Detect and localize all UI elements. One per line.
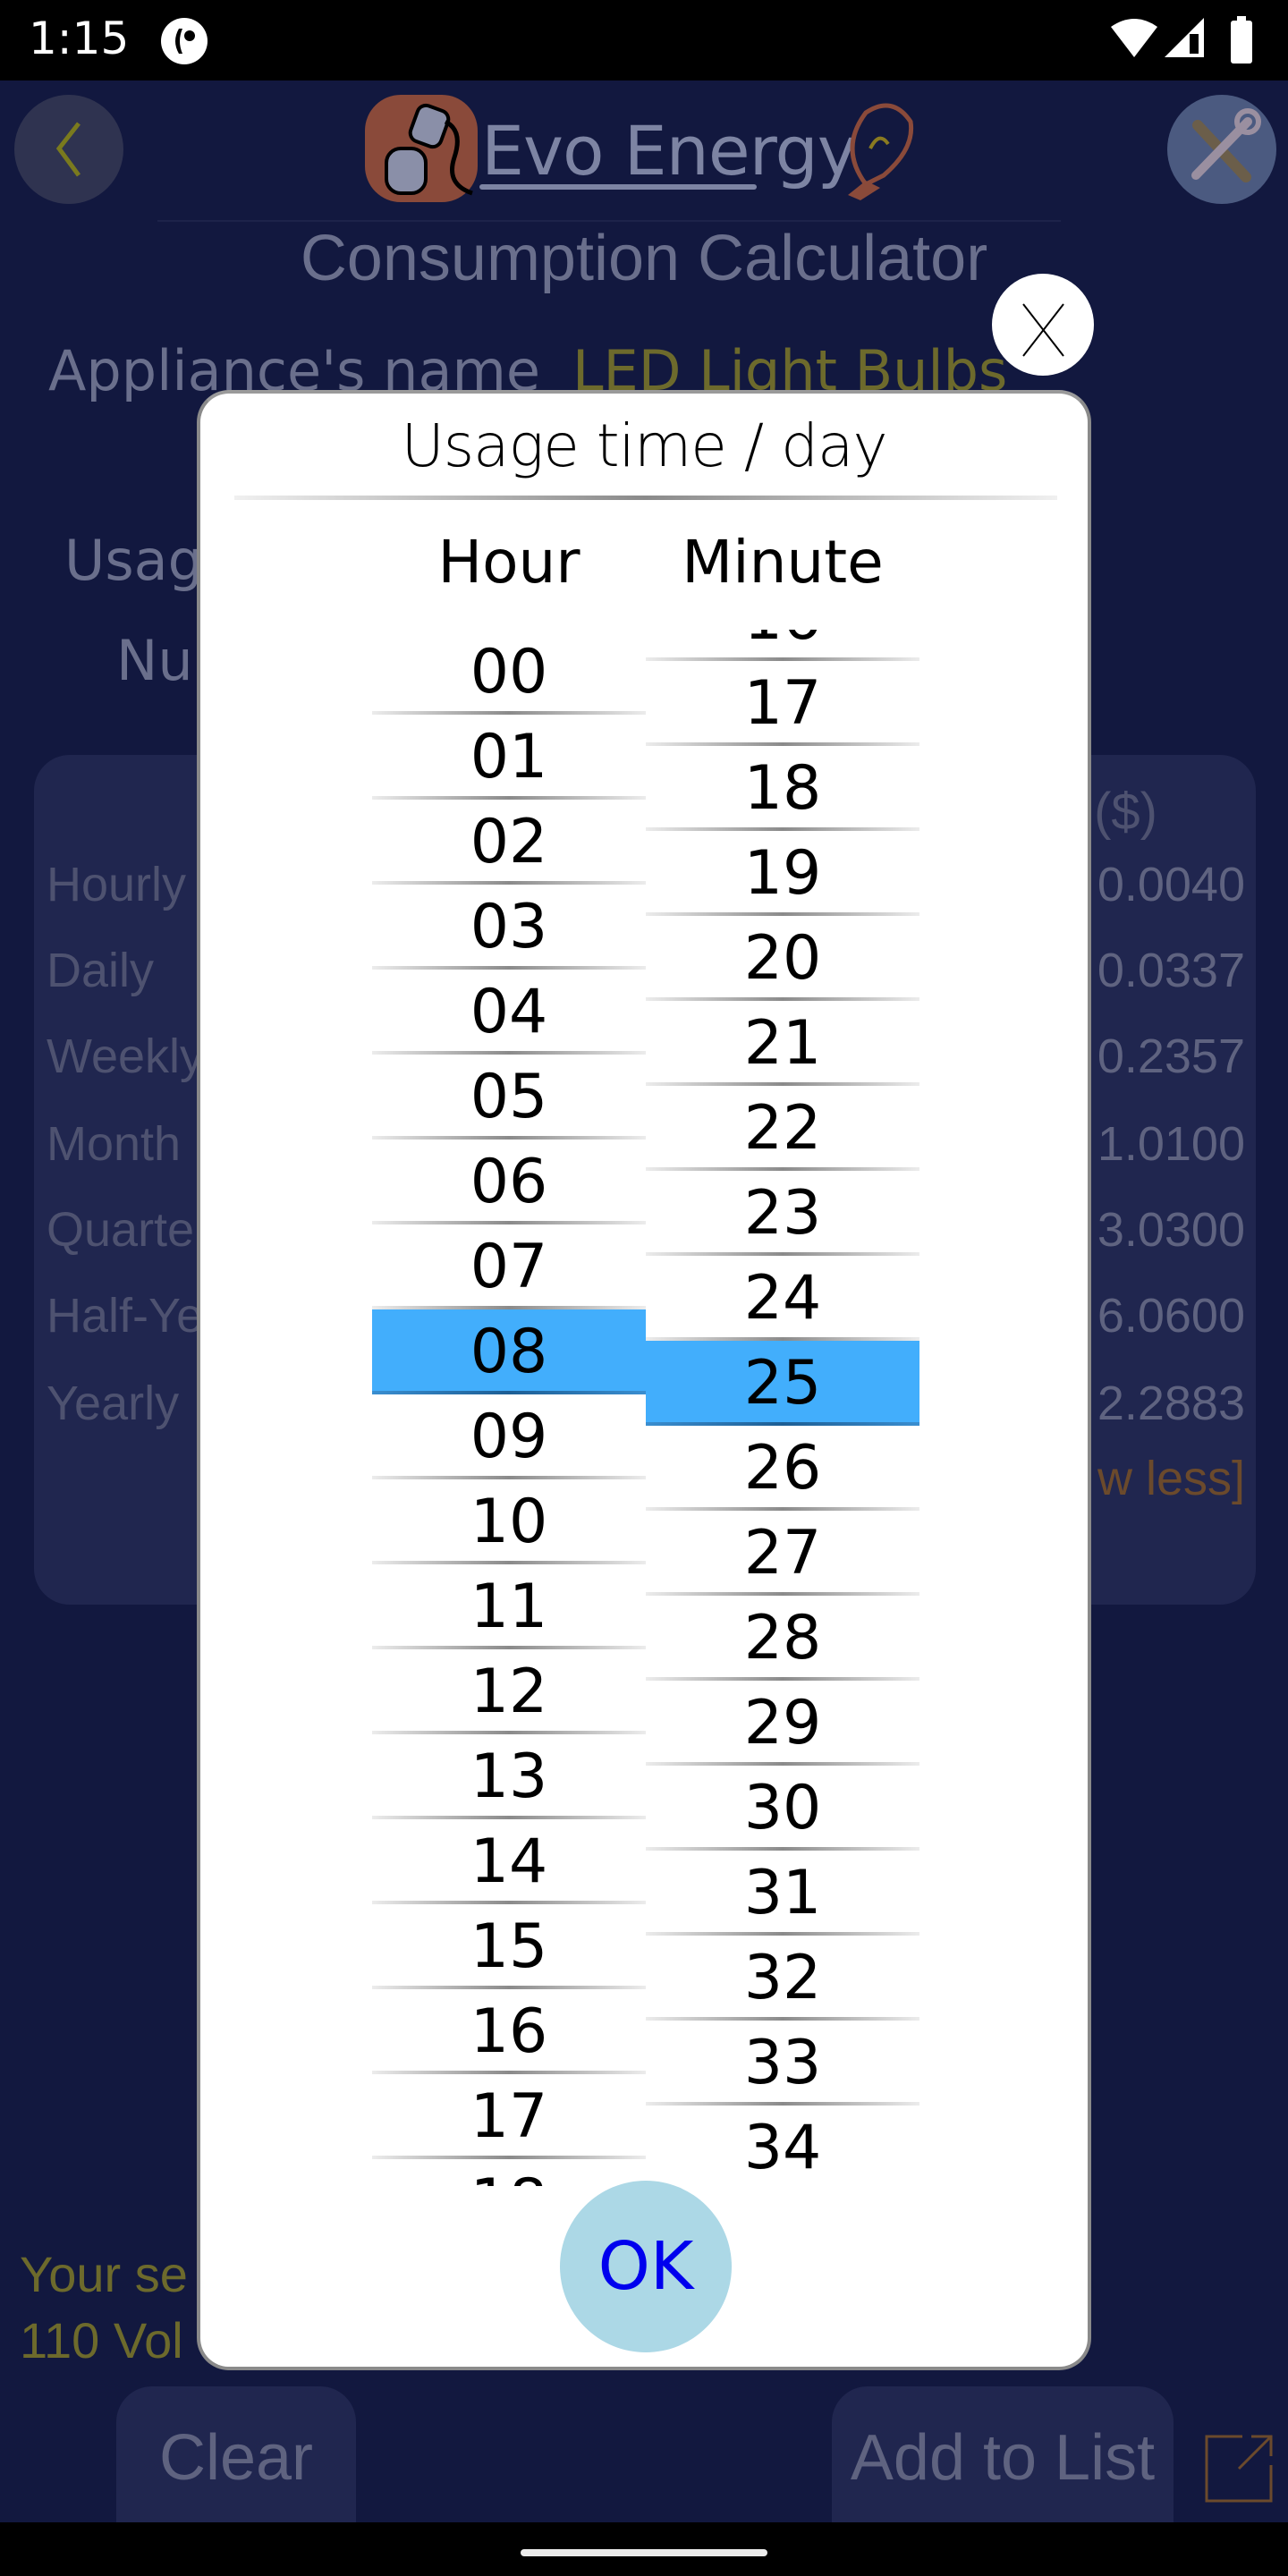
minute-option[interactable]: 18 — [646, 746, 919, 831]
result-value-weekly: 0.2357 — [1097, 1030, 1245, 1083]
status-time: 1:15 — [29, 13, 130, 64]
minute-option[interactable]: 28 — [646, 1596, 919, 1681]
wifi-icon — [1111, 19, 1157, 57]
result-label-monthly: Month — [47, 1117, 182, 1171]
home-gesture-handle[interactable] — [521, 2549, 767, 2556]
usage-time-label: Usag — [64, 528, 204, 593]
hour-option[interactable]: 08 — [372, 1309, 646, 1394]
hour-option[interactable]: 10 — [372, 1479, 646, 1564]
result-value-quarterly: 3.0300 — [1097, 1203, 1245, 1257]
minute-column-header: Minute — [682, 528, 884, 597]
hour-option[interactable]: 18 — [372, 2159, 646, 2186]
settings-button[interactable] — [1167, 95, 1276, 204]
dialog-title: Usage time / day — [401, 411, 887, 480]
plug-logo-icon — [365, 95, 478, 202]
minute-option[interactable]: 31 — [646, 1851, 919, 1936]
minute-option[interactable]: 30 — [646, 1766, 919, 1851]
hour-option[interactable]: 16 — [372, 1989, 646, 2074]
back-button[interactable] — [14, 95, 123, 204]
minute-option[interactable]: 23 — [646, 1171, 919, 1256]
status-bar: 1:15 — [0, 0, 1288, 80]
minute-picker[interactable]: 16171819202122232425262728293031323334 — [646, 630, 919, 2186]
show-less-link[interactable]: w less] — [1097, 1451, 1245, 1506]
hour-option[interactable]: 11 — [372, 1564, 646, 1649]
minute-option[interactable]: 24 — [646, 1256, 919, 1341]
hour-option[interactable]: 02 — [372, 800, 646, 885]
result-label-hourly: Hourly — [47, 858, 187, 911]
hour-option[interactable]: 05 — [372, 1055, 646, 1140]
close-icon — [1022, 303, 1064, 357]
signal-icon — [1165, 18, 1204, 57]
settings-note-line1: Your se — [20, 2246, 188, 2302]
minute-option[interactable]: 20 — [646, 916, 919, 1001]
result-label-yearly: Yearly — [47, 1377, 180, 1430]
logo-text: Evo Energy — [481, 111, 858, 191]
hour-picker[interactable]: 00010203040506070809101112131415161718 — [372, 630, 646, 2186]
dialog-divider — [234, 496, 1057, 500]
hour-option[interactable]: 03 — [372, 885, 646, 970]
notification-app-icon — [161, 18, 208, 64]
add-to-list-button[interactable]: Add to List — [832, 2386, 1174, 2522]
minute-option[interactable]: 21 — [646, 1001, 919, 1086]
currency-header: ($) — [1094, 783, 1157, 841]
minute-option[interactable]: 16 — [646, 630, 919, 661]
logo-underline — [479, 184, 757, 190]
result-label-daily: Daily — [47, 944, 155, 997]
number-label: Nu — [116, 628, 193, 693]
minute-option[interactable]: 29 — [646, 1681, 919, 1766]
hour-option[interactable]: 09 — [372, 1394, 646, 1479]
minute-option[interactable]: 33 — [646, 2021, 919, 2106]
app-logo: Evo Energy — [365, 95, 919, 202]
hour-option[interactable]: 00 — [372, 630, 646, 715]
minute-option[interactable]: 27 — [646, 1511, 919, 1596]
clear-button[interactable]: Clear — [116, 2386, 356, 2522]
result-label-quarterly: Quarte — [47, 1203, 195, 1257]
minute-option[interactable]: 22 — [646, 1086, 919, 1171]
usage-time-dialog: Usage time / day Hour Minute 00 01 02 03 04 0… — [197, 390, 1091, 2370]
hour-option[interactable]: 07 — [372, 1224, 646, 1309]
result-label-weekly: Weekly — [47, 1030, 205, 1083]
open-external-icon[interactable] — [1203, 2433, 1275, 2504]
settings-note-line2: 110 Vol — [20, 2312, 183, 2368]
hour-column-header: Hour — [437, 528, 580, 597]
result-value-hourly: 0.0040 — [1097, 858, 1245, 911]
ok-button[interactable]: OK — [560, 2181, 732, 2352]
hour-option[interactable]: 06 — [372, 1140, 646, 1224]
hour-option[interactable]: 17 — [372, 2074, 646, 2159]
page-title: Consumption Calculator — [300, 223, 988, 294]
hour-option[interactable]: 04 — [372, 970, 646, 1055]
hour-option[interactable]: 01 — [372, 715, 646, 800]
minute-option[interactable]: 32 — [646, 1936, 919, 2021]
hour-option[interactable]: 15 — [372, 1904, 646, 1989]
result-value-monthly: 1.0100 — [1097, 1117, 1245, 1171]
hour-option[interactable]: 12 — [372, 1649, 646, 1734]
minute-option[interactable]: 34 — [646, 2106, 919, 2186]
hour-option[interactable]: 13 — [372, 1734, 646, 1819]
close-dialog-button[interactable] — [992, 274, 1094, 376]
result-value-daily: 0.0337 — [1097, 944, 1245, 997]
result-value-yearly: 2.2883 — [1097, 1377, 1245, 1430]
minute-option[interactable]: 25 — [646, 1341, 919, 1426]
result-label-half-yearly: Half-Ye — [47, 1289, 204, 1343]
chevron-left-icon — [55, 122, 81, 177]
minute-option[interactable]: 17 — [646, 661, 919, 746]
result-value-half-yearly: 6.0600 — [1097, 1289, 1245, 1343]
battery-icon — [1231, 16, 1252, 64]
lightbulb-icon — [848, 103, 914, 200]
minute-option[interactable]: 26 — [646, 1426, 919, 1511]
tools-icon — [1191, 108, 1261, 182]
hour-option[interactable]: 14 — [372, 1819, 646, 1904]
minute-option[interactable]: 19 — [646, 831, 919, 916]
